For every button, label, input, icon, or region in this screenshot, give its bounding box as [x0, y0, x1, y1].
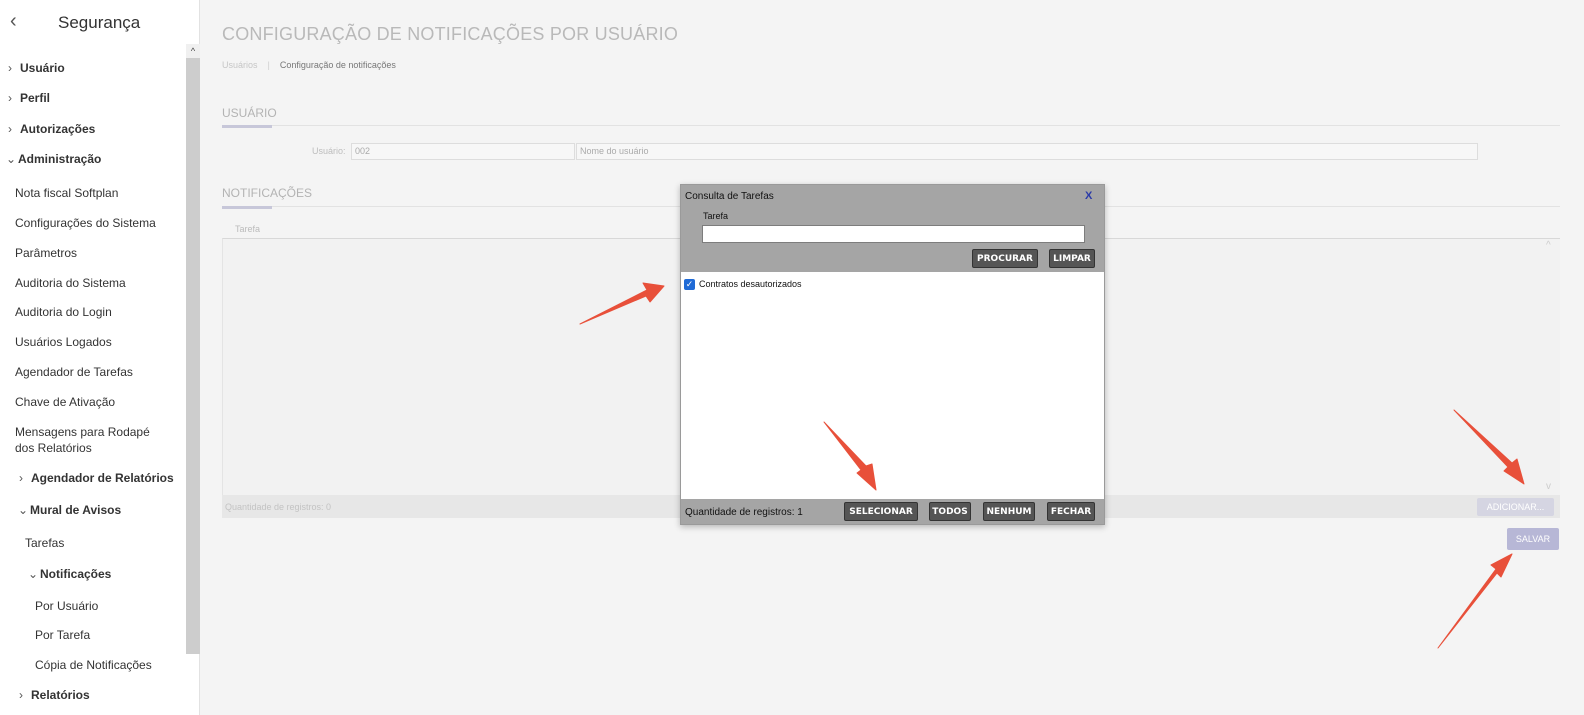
- sidebar-item-administracao[interactable]: ⌄ Administração: [6, 152, 101, 166]
- sidebar-item-perfil[interactable]: › Perfil: [8, 91, 50, 105]
- tarefa-search-label: Tarefa: [703, 211, 729, 221]
- scroll-up-icon[interactable]: ^: [186, 44, 200, 58]
- usuario-field-label: Usuário:: [312, 146, 346, 156]
- sidebar-scrollbar[interactable]: [186, 44, 200, 654]
- tarefas-list: [681, 272, 1104, 499]
- sidebar-item-copia-notificacoes[interactable]: Cópia de Notificações: [35, 658, 152, 672]
- sidebar-item-notificacoes[interactable]: ⌄ Notificações: [28, 567, 111, 581]
- sidebar-item-agendador-relatorios[interactable]: › Agendador de Relatórios: [19, 471, 174, 485]
- sidebar-item-chave-ativacao[interactable]: Chave de Ativação: [15, 395, 115, 409]
- sidebar: ‹ Segurança ^ › Usuário › Perfil › Autoriza…: [0, 0, 200, 715]
- grid-record-count: Quantidade de registros: 0: [225, 502, 332, 512]
- add-button[interactable]: ADICIONAR...: [1477, 498, 1554, 516]
- annotation-arrow-icon: [1437, 553, 1513, 649]
- page-title: CONFIGURAÇÃO DE NOTIFICAÇÕES POR USUÁRIO: [222, 24, 679, 44]
- chevron-right-icon: ›: [8, 122, 12, 136]
- sidebar-item-auditoria-sistema[interactable]: Auditoria do Sistema: [15, 276, 126, 290]
- nenhum-button[interactable]: NENHUM: [983, 502, 1035, 521]
- sidebar-item-mensagens-rodape-line2[interactable]: dos Relatórios: [15, 441, 92, 455]
- checkbox-checked-icon[interactable]: ✓: [684, 279, 695, 290]
- section-divider: [222, 125, 1560, 126]
- selecionar-button[interactable]: SELECIONAR: [844, 502, 918, 521]
- breadcrumb-usuarios[interactable]: Usuários: [222, 60, 258, 70]
- sidebar-title: Segurança: [58, 13, 141, 32]
- breadcrumb: Usuários | Configuração de notificações: [222, 60, 396, 70]
- sidebar-item-configuracoes[interactable]: Configurações do Sistema: [15, 216, 156, 230]
- consulta-tarefas-dialog: Consulta de Tarefas X Tarefa PROCURAR LI…: [680, 184, 1105, 525]
- sidebar-item-autorizacoes[interactable]: › Autorizações: [8, 122, 95, 136]
- section-usuario-label: USUÁRIO: [222, 106, 277, 120]
- section-notificacoes-label: NOTIFICAÇÕES: [222, 186, 313, 200]
- chevron-right-icon: ›: [19, 471, 23, 485]
- sidebar-item-usuarios-logados[interactable]: Usuários Logados: [15, 335, 112, 349]
- chevron-down-icon: ⌄: [28, 567, 39, 581]
- close-icon[interactable]: X: [1085, 190, 1092, 202]
- dialog-footer: Quantidade de registros: 1 SELECIONAR TO…: [681, 499, 1104, 524]
- usuario-code-field[interactable]: 002: [351, 143, 575, 160]
- sidebar-header: ‹ Segurança: [0, 0, 200, 44]
- grid-scroll-up-icon[interactable]: ^: [1546, 240, 1551, 251]
- section-accent: [222, 206, 272, 209]
- sidebar-item-auditoria-login[interactable]: Auditoria do Login: [15, 305, 112, 319]
- sidebar-item-usuario[interactable]: › Usuário: [8, 61, 65, 75]
- sidebar-item-mural-avisos[interactable]: ⌄ Mural de Avisos: [18, 503, 121, 517]
- chevron-right-icon: ›: [8, 61, 12, 75]
- todos-button[interactable]: TODOS: [929, 502, 971, 521]
- column-header-tarefa[interactable]: Tarefa: [235, 224, 260, 234]
- chevron-down-icon: ⌄: [18, 503, 29, 517]
- sidebar-item-relatorios[interactable]: › Relatórios: [19, 688, 90, 702]
- sidebar-item-nota-fiscal[interactable]: Nota fiscal Softplan: [15, 186, 118, 200]
- sidebar-item-mensagens-rodape[interactable]: Mensagens para Rodapé: [15, 425, 150, 439]
- sidebar-item-por-usuario[interactable]: Por Usuário: [35, 599, 98, 613]
- sidebar-item-parametros[interactable]: Parâmetros: [15, 246, 77, 260]
- usuario-name-field[interactable]: Nome do usuário: [576, 143, 1478, 160]
- procurar-button[interactable]: PROCURAR: [972, 249, 1038, 268]
- sidebar-item-agendador-tarefas[interactable]: Agendador de Tarefas: [15, 365, 133, 379]
- tarefa-search-input[interactable]: [702, 225, 1085, 243]
- chevron-right-icon: ›: [8, 91, 12, 105]
- limpar-button[interactable]: LIMPAR: [1049, 249, 1095, 268]
- chevron-down-icon: ⌄: [6, 152, 17, 166]
- grid-scroll-down-icon[interactable]: v: [1546, 481, 1551, 492]
- section-accent: [222, 125, 272, 128]
- dialog-search-panel: Tarefa PROCURAR LIMPAR: [681, 207, 1104, 272]
- dialog-title: Consulta de Tarefas: [685, 191, 774, 202]
- dialog-titlebar: Consulta de Tarefas X: [681, 185, 1104, 207]
- list-item-label[interactable]: Contratos desautorizados: [699, 279, 802, 289]
- sidebar-item-por-tarefa[interactable]: Por Tarefa: [35, 628, 90, 642]
- chevron-right-icon: ›: [19, 688, 23, 702]
- breadcrumb-current: Configuração de notificações: [279, 60, 396, 70]
- dialog-record-count: Quantidade de registros: 1: [685, 507, 803, 518]
- save-button[interactable]: SALVAR: [1507, 528, 1559, 550]
- back-chevron-icon[interactable]: ‹: [10, 10, 24, 32]
- sidebar-item-tarefas[interactable]: Tarefas: [25, 536, 64, 550]
- fechar-button[interactable]: FECHAR: [1047, 502, 1095, 521]
